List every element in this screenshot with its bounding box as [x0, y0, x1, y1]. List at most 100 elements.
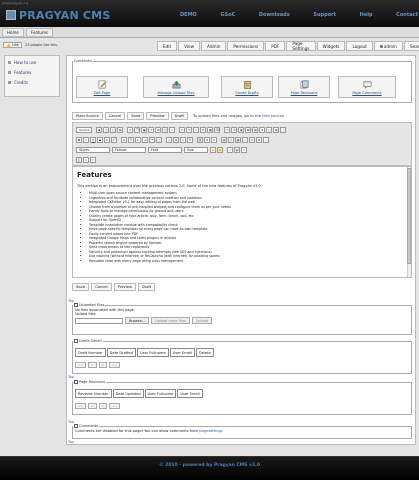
editor-preview-button[interactable]: Preview [146, 112, 169, 120]
bg-color-icon[interactable]: A [217, 146, 223, 153]
first-page-button[interactable]: << [75, 403, 87, 409]
outdent-icon[interactable]: ⇤ [135, 136, 141, 143]
preview-button[interactable]: Preview [113, 283, 136, 291]
google-maps-icon[interactable]: ⌖ [83, 156, 89, 163]
like-button[interactable]: 👍 Like [3, 42, 22, 48]
align-left-icon[interactable]: ⫷ [166, 136, 172, 143]
column-header[interactable]: User Fullname [136, 348, 169, 357]
undo-icon[interactable]: ↶ [179, 126, 186, 133]
nav-gsoc[interactable]: GSoC [220, 12, 235, 18]
tab-pdf[interactable]: PDF [265, 41, 286, 51]
templates-icon[interactable]: ▤ [117, 126, 124, 133]
superscript-icon[interactable]: x² [111, 136, 117, 143]
image-button-icon[interactable]: ▧ [273, 126, 280, 133]
next-page-button[interactable]: > [98, 403, 108, 409]
remove-format-icon[interactable]: ⌫ [214, 126, 221, 133]
tab-view[interactable]: View [178, 41, 201, 51]
quicklink-saved-drafts[interactable]: Saved Drafts [221, 76, 273, 98]
draft-button[interactable]: Draft [137, 283, 156, 291]
print-icon[interactable]: ⎙ [162, 126, 169, 133]
quicklink-page-revisions[interactable]: Page Revisions [278, 76, 330, 98]
upload-more-button[interactable]: Upload more files [151, 317, 190, 324]
save-button[interactable]: Save [72, 283, 90, 291]
save-icon[interactable]: ▪ [96, 126, 103, 133]
sidebar-item-credits[interactable]: Credits [8, 80, 56, 85]
maximize-icon[interactable]: ⤢ [227, 146, 233, 153]
tab-logout[interactable]: Logout [346, 41, 373, 51]
bulleted-list-icon[interactable]: ☰ [128, 136, 134, 143]
quicklink-manage-upload-files[interactable]: Manage Upload Files [143, 76, 209, 98]
tab-edit[interactable]: Edit [157, 41, 178, 51]
editor-draft-button[interactable]: Draft [170, 112, 188, 120]
sidebar-item-how-to-use[interactable]: How to use [8, 60, 56, 65]
browse-button[interactable]: Browse... [125, 317, 150, 324]
radio-icon[interactable]: ◉ [238, 126, 245, 133]
quicklink-edit-page[interactable]: Edit Page [76, 76, 128, 98]
table-icon[interactable]: ▦ [235, 136, 241, 143]
special-char-icon[interactable]: Ω [256, 136, 262, 143]
source-button[interactable]: Source [76, 126, 93, 133]
link-icon[interactable]: ⛓ [197, 136, 203, 143]
italic-icon[interactable]: I [83, 136, 89, 143]
textfield-icon[interactable]: ▬ [245, 126, 252, 133]
bold-icon[interactable]: B [76, 136, 82, 143]
form-icon[interactable]: ▭ [224, 126, 231, 133]
new-page-icon[interactable]: □ [103, 126, 110, 133]
column-header[interactable]: Date Updated [112, 389, 144, 398]
page-break-icon[interactable]: ⋯ [263, 136, 269, 143]
column-header[interactable]: User Fullname [144, 389, 177, 398]
underline-icon[interactable]: U [90, 136, 96, 143]
size-select[interactable]: Size [184, 146, 208, 153]
textarea-icon[interactable]: ▤ [252, 126, 259, 133]
prev-page-button[interactable]: < [88, 403, 97, 409]
nav-contact[interactable]: Contact [396, 12, 418, 18]
quicklink-page-comments[interactable]: Page Comments [338, 76, 396, 98]
next-page-button[interactable]: > [98, 362, 108, 368]
nav-downloads[interactable]: Downloads [259, 12, 290, 18]
top-link[interactable]: Top [68, 440, 74, 444]
smiley-icon[interactable]: ☺ [249, 136, 255, 143]
align-center-icon[interactable]: ≡ [173, 136, 179, 143]
last-page-button[interactable]: >> [109, 403, 121, 409]
preview-icon[interactable]: ◻ [110, 126, 117, 133]
tab-admin[interactable]: Admin [201, 41, 227, 51]
tab-page-settings[interactable]: Page Settings [286, 41, 316, 51]
pagesettings-link[interactable]: pagesettings [199, 429, 222, 433]
nav-support[interactable]: Support [313, 12, 336, 18]
paste-word-icon[interactable]: W [155, 126, 162, 133]
help-icon[interactable]: ? [90, 156, 96, 163]
about-icon[interactable]: ? [241, 146, 247, 153]
last-page-button[interactable]: >> [109, 362, 121, 368]
column-header[interactable]: User Email [169, 348, 195, 357]
find-icon[interactable]: ⌕ [193, 126, 200, 133]
top-link[interactable]: Top [68, 375, 74, 379]
button-icon[interactable]: ▢ [266, 126, 273, 133]
paste-icon[interactable]: ▣ [141, 126, 148, 133]
flash-icon[interactable]: ƒ [228, 136, 234, 143]
nav-help[interactable]: Help [360, 12, 373, 18]
subscript-icon[interactable]: x₂ [104, 136, 110, 143]
upload-button[interactable]: Upload [191, 317, 213, 324]
crumb-features[interactable]: Features [25, 27, 54, 37]
format-select[interactable]: Format [112, 146, 146, 153]
hline-icon[interactable]: ― [242, 136, 248, 143]
files-section-link[interactable]: files section [262, 114, 284, 118]
checkbox-icon[interactable]: ☑ [231, 126, 238, 133]
image-icon[interactable]: ▨ [221, 136, 227, 143]
redo-icon[interactable]: ↷ [186, 126, 193, 133]
align-right-icon[interactable]: ⫸ [180, 136, 186, 143]
site-logo[interactable]: PRAGYAN CMS [6, 9, 110, 22]
indent-icon[interactable]: ⇥ [142, 136, 148, 143]
sidebar-item-features[interactable]: Features [8, 70, 56, 75]
anchor-icon[interactable]: ⚓ [211, 136, 217, 143]
scrollbar-thumb[interactable] [407, 168, 411, 264]
editor-cancel-button[interactable]: Cancel [104, 112, 126, 120]
justify-icon[interactable]: ☰ [187, 136, 193, 143]
hidden-field-icon[interactable]: ◌ [280, 126, 287, 133]
select-icon[interactable]: ▾ [259, 126, 266, 133]
nav-demo[interactable]: DEMO [180, 12, 197, 18]
tab-plain-source[interactable]: Plain Source [72, 112, 103, 120]
editor-content[interactable]: Features This version is an improvement … [72, 166, 412, 278]
font-select[interactable]: Font [148, 146, 182, 153]
numbered-list-icon[interactable]: ≡ [121, 136, 127, 143]
